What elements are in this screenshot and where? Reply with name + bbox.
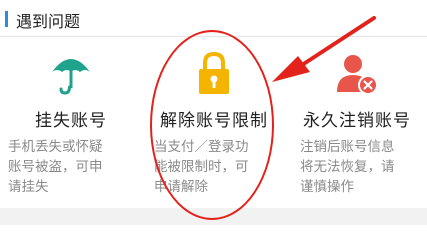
unlock-account-title: 解除账号限制 [160, 111, 268, 131]
unlock-account-description: 当支付／登录功 能被限制时，可 申请解除 [154, 139, 249, 195]
bottom-divider-band [0, 208, 427, 225]
report-loss-description: 手机丢失或怀疑 账号被盗，可申 请挂失 [8, 139, 103, 195]
delete-account-title: 永久注销账号 [303, 111, 411, 131]
delete-account-description: 注销后账号信息 将无法恢复，请 谨慎操作 [300, 139, 395, 195]
report-loss-title: 挂失账号 [35, 111, 107, 131]
section-accent-bar [5, 11, 8, 27]
umbrella-icon [52, 59, 90, 95]
report-loss-card[interactable]: 挂失账号 手机丢失或怀疑 账号被盗，可申 请挂失 [0, 44, 142, 204]
annotation-arrow [272, 16, 376, 82]
lock-icon [199, 51, 229, 94]
section-title: 遇到问题 [16, 12, 81, 31]
